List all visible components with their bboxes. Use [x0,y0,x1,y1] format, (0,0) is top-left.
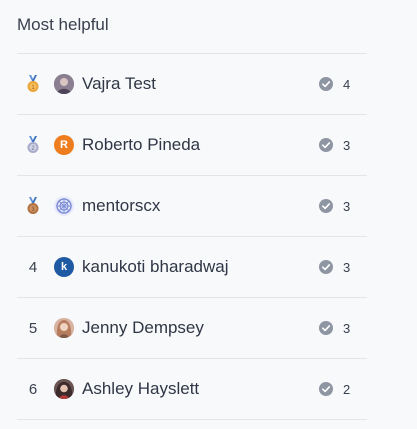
count-value: 3 [343,320,351,336]
leaderboard-list: 1 Vajra Test 4 2 R Roberto Pineda 3 3 me… [17,53,367,420]
avatar[interactable] [54,74,74,94]
silver-medal-icon: 2 [23,135,43,155]
section-title: Most helpful [17,15,109,34]
avatar[interactable]: k [54,257,74,277]
helpful-count: 3 [319,260,350,275]
rank-number: 6 [28,380,38,398]
helpful-count: 3 [319,321,350,336]
user-name[interactable]: mentorscx [82,196,160,216]
check-circle-icon [319,77,333,91]
helpful-count: 2 [319,382,350,397]
count-value: 3 [343,259,351,275]
user-name[interactable]: Vajra Test [82,74,156,94]
leaderboard-row[interactable]: 2 R Roberto Pineda 3 [17,115,367,176]
user-name[interactable]: Roberto Pineda [82,135,200,155]
avatar[interactable] [54,318,74,338]
count-value: 4 [343,76,351,92]
gold-medal-icon: 1 [23,74,43,94]
helpful-count: 4 [319,77,350,92]
leaderboard-row[interactable]: 3 mentorscx 3 [17,176,367,237]
check-circle-icon [319,260,333,274]
avatar[interactable] [54,379,74,399]
count-value: 3 [343,198,351,214]
count-value: 2 [343,381,351,397]
helpful-count: 3 [319,199,350,214]
bronze-medal-icon: 3 [23,196,43,216]
user-name[interactable]: Ashley Hayslett [82,379,199,399]
leaderboard-row[interactable]: 1 Vajra Test 4 [17,54,367,115]
leaderboard-row[interactable]: 4 k kanukoti bharadwaj 3 [17,237,367,298]
avatar[interactable]: R [54,135,74,155]
leaderboard-row[interactable]: 5 Jenny Dempsey 3 [17,298,367,359]
count-value: 3 [343,137,351,153]
rank-number: 4 [28,258,38,276]
check-circle-icon [319,321,333,335]
helpful-count: 3 [319,138,350,153]
user-name[interactable]: kanukoti bharadwaj [82,257,228,277]
leaderboard-row[interactable]: 6 Ashley Hayslett 2 [17,359,367,420]
rank-number: 5 [28,319,38,337]
check-circle-icon [319,382,333,396]
check-circle-icon [319,199,333,213]
user-name[interactable]: Jenny Dempsey [82,318,204,338]
avatar[interactable] [54,196,74,216]
check-circle-icon [319,138,333,152]
